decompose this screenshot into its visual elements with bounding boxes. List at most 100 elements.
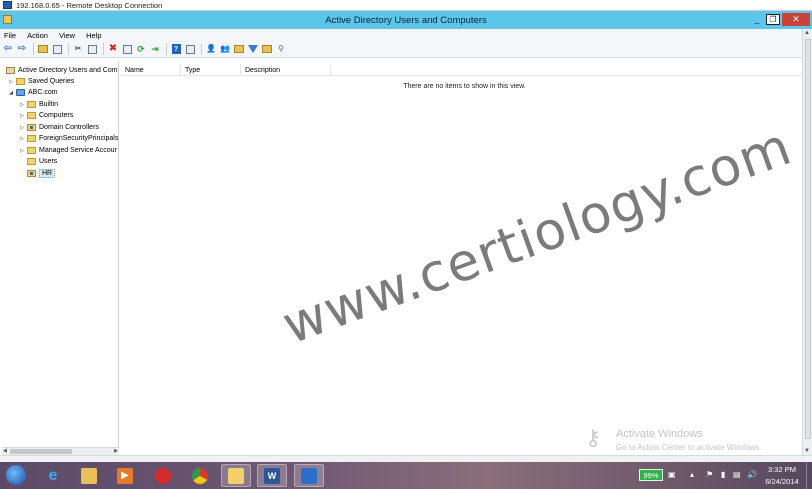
toolbar-separator [166, 43, 167, 55]
show-hidden-icons-icon[interactable]: ▴ [690, 470, 694, 479]
show-tree-button[interactable] [51, 43, 63, 55]
internet-explorer-icon: e [48, 466, 58, 484]
up-level-button[interactable] [37, 43, 49, 55]
taskbar-word[interactable]: W [257, 464, 287, 487]
battery-icon[interactable]: ▮ [721, 470, 725, 479]
scrollbar-thumb[interactable] [10, 449, 72, 454]
network-icon[interactable]: ▤ [733, 470, 741, 479]
taskbar-pdf-reader[interactable] [148, 464, 178, 487]
activate-subtitle: Go to Action Center to activate Windows. [616, 443, 762, 452]
menu-help[interactable]: Help [86, 31, 101, 40]
export-list-icon: ⇥ [151, 43, 159, 54]
clock-time: 3:32 PM [768, 465, 796, 474]
menu-action[interactable]: Action [27, 31, 48, 40]
ad-root-icon [6, 67, 15, 74]
start-button[interactable] [6, 465, 26, 485]
scrollbar-thumb[interactable] [805, 39, 811, 439]
scroll-down-icon[interactable]: ▼ [804, 448, 810, 454]
folder-icon [27, 112, 36, 119]
pdf-reader-icon [155, 467, 171, 484]
window-vertical-scrollbar[interactable]: ▲ ▼ [802, 29, 812, 455]
file-explorer-icon [81, 467, 97, 484]
system-clock[interactable]: 3:32 PM 6/24/2014 [762, 465, 802, 486]
expand-arrow-icon[interactable]: ▷ [19, 148, 25, 154]
column-header-type[interactable]: Type [181, 64, 241, 76]
tree-item-managed-service-accounts[interactable]: ▷ Managed Service Accour [19, 145, 117, 156]
tree-item-domain-controllers[interactable]: ▷ Domain Controllers [19, 122, 99, 133]
minimize-button[interactable]: _ [750, 13, 764, 26]
taskbar-file-explorer[interactable] [74, 464, 104, 487]
expand-arrow-icon[interactable]: ▷ [19, 102, 25, 108]
menu-file[interactable]: File [4, 31, 16, 40]
copy-button[interactable] [86, 43, 98, 55]
clock-date: 6/24/2014 [765, 477, 799, 486]
rdp-title: 192.168.0.65 - Remote Desktop Connection [16, 0, 163, 10]
taskbar-chrome[interactable] [185, 464, 215, 487]
export-button[interactable]: ⇥ [149, 43, 161, 55]
find-button[interactable]: ⚲ [275, 43, 287, 55]
tree-item-ad-root[interactable]: Active Directory Users and Com [4, 65, 118, 76]
column-header-name[interactable]: Name [121, 64, 181, 76]
help-button[interactable]: ? [170, 43, 182, 55]
tree-item-label: HR [39, 169, 56, 178]
show-desktop-button[interactable] [806, 462, 812, 489]
help-icon: ? [171, 44, 181, 54]
scroll-right-icon[interactable]: ▶ [114, 448, 118, 454]
taskbar-media-player[interactable]: ▶ [110, 464, 140, 487]
tree-horizontal-scrollbar[interactable]: ◀ ▶ [2, 447, 119, 455]
expand-arrow-icon[interactable]: ▷ [19, 113, 25, 119]
rdp-icon [3, 1, 12, 9]
folder-icon [27, 135, 36, 142]
folder-icon [27, 101, 36, 108]
taskbar-remote-desktop[interactable] [294, 464, 324, 487]
tree-item-label: Managed Service Accour [39, 147, 117, 154]
show-action-pane-button[interactable] [184, 43, 196, 55]
maximize-button[interactable]: ❐ [766, 14, 780, 25]
scroll-left-icon[interactable]: ◀ [3, 448, 7, 454]
filter-button[interactable] [247, 43, 259, 55]
tree-item-computers[interactable]: ▷ Computers [19, 110, 73, 121]
new-user-icon: 👤 [206, 44, 216, 53]
cut-button[interactable]: ✂ [72, 43, 84, 55]
tree-item-foreign-security-principals[interactable]: ▷ ForeignSecurityPrincipals [19, 133, 118, 144]
tree-item-label: Computers [39, 112, 74, 119]
tree-item-hr[interactable]: HR [19, 168, 56, 179]
tree-item-users[interactable]: Users [19, 156, 57, 167]
new-group-button[interactable]: 👥 [219, 43, 231, 55]
expand-arrow-icon[interactable]: ▷ [8, 79, 14, 85]
scissors-icon: ✂ [74, 44, 82, 53]
menu-view[interactable]: View [59, 31, 75, 40]
close-button[interactable]: ✕ [782, 13, 810, 26]
refresh-button[interactable]: ⟳ [135, 43, 147, 55]
new-ou-button[interactable] [233, 43, 245, 55]
collapse-arrow-icon[interactable]: ◢ [8, 90, 14, 96]
console-tree-icon [52, 44, 62, 54]
tree-item-builtin[interactable]: ▷ Builtin [19, 99, 58, 110]
forward-button[interactable]: ⇨ [16, 43, 28, 55]
expand-arrow-icon[interactable]: ▷ [19, 136, 25, 142]
tree-item-saved-queries[interactable]: ▷ Saved Queries [8, 76, 74, 87]
back-button[interactable]: ⇦ [2, 43, 14, 55]
action-center-flag-icon[interactable]: ⚑ [706, 470, 713, 479]
properties-button[interactable] [121, 43, 133, 55]
tray-app-icon[interactable]: ▣ [668, 470, 676, 479]
forward-arrow-icon: ⇨ [17, 43, 27, 54]
column-header-description[interactable]: Description [241, 64, 331, 76]
delete-x-icon: ✖ [108, 43, 118, 54]
delete-button[interactable]: ✖ [107, 43, 119, 55]
tree-item-label: Active Directory Users and Com [18, 67, 118, 74]
tree-item-abc-com[interactable]: ◢ ABC.com [8, 87, 58, 98]
ou-icon [27, 124, 36, 131]
find-objects-icon: ⚲ [278, 44, 284, 53]
volume-icon[interactable]: 🔊 [747, 470, 757, 479]
expand-arrow-icon[interactable]: ▷ [19, 125, 25, 131]
add-to-group-button[interactable] [261, 43, 273, 55]
taskbar-ie[interactable]: e [38, 464, 68, 487]
window-title: Active Directory Users and Computers [325, 14, 487, 26]
taskbar-folder[interactable] [221, 464, 251, 487]
folder-icon [27, 158, 36, 165]
scroll-up-icon[interactable]: ▲ [804, 30, 810, 36]
battery-indicator[interactable]: 99% [639, 469, 663, 481]
tree-item-label: ABC.com [28, 89, 58, 96]
new-user-button[interactable]: 👤 [205, 43, 217, 55]
